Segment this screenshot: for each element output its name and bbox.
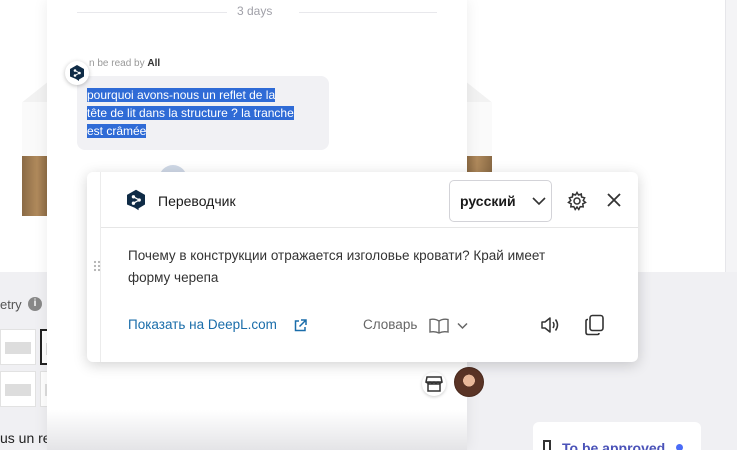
book-icon[interactable] <box>429 318 449 334</box>
deepl-logo-icon <box>70 65 84 81</box>
variant-thumbnail[interactable] <box>0 329 36 365</box>
scroll-fade <box>47 410 467 450</box>
chevron-down-icon <box>532 197 546 206</box>
user-avatar[interactable] <box>454 367 484 397</box>
translator-popup: Переводчик русский Почему в конструкции … <box>87 172 638 362</box>
variant-thumbnail[interactable] <box>0 371 36 407</box>
shop-icon[interactable] <box>422 372 446 396</box>
target-language-select[interactable]: русский <box>449 180 552 222</box>
page-scroll-edge <box>725 0 737 272</box>
gear-icon[interactable] <box>567 191 587 211</box>
divider-line <box>77 12 227 13</box>
close-icon[interactable] <box>606 192 622 208</box>
open-deepl-link[interactable]: Показать на DeepL.com <box>128 317 277 332</box>
deepl-logo-icon <box>127 189 145 211</box>
date-divider: 3 days <box>237 4 273 18</box>
selected-message-text[interactable]: pourquoi avons-nous un reflet de la tête… <box>87 86 319 140</box>
read-by-info: n be read by All <box>89 58 161 69</box>
deepl-translate-button[interactable] <box>65 61 89 85</box>
approval-status[interactable]: To be approved <box>533 422 701 450</box>
drag-handle-icon[interactable] <box>93 260 101 274</box>
target-language-value: русский <box>460 193 516 209</box>
translator-title: Переводчик <box>158 193 236 209</box>
copy-icon[interactable] <box>584 314 606 336</box>
translator-header: Переводчик русский <box>101 172 638 228</box>
popup-handle[interactable] <box>87 172 101 362</box>
status-label: To be approved <box>562 440 666 450</box>
chevron-down-icon[interactable] <box>457 322 468 330</box>
symmetry-label: etry <box>0 297 22 312</box>
translation-output: Почему в конструкции отражается изголовь… <box>128 248 546 285</box>
description-text: us un re <box>0 430 51 446</box>
info-icon[interactable]: i <box>28 297 42 311</box>
divider-line <box>299 12 437 13</box>
status-dot <box>676 444 683 450</box>
message-bubble[interactable]: pourquoi avons-nous un reflet de la tête… <box>77 76 329 150</box>
dictionary-button-label[interactable]: Словарь <box>363 317 417 332</box>
document-icon <box>543 440 551 450</box>
speaker-icon[interactable] <box>540 316 560 334</box>
external-link-icon[interactable] <box>294 319 307 332</box>
